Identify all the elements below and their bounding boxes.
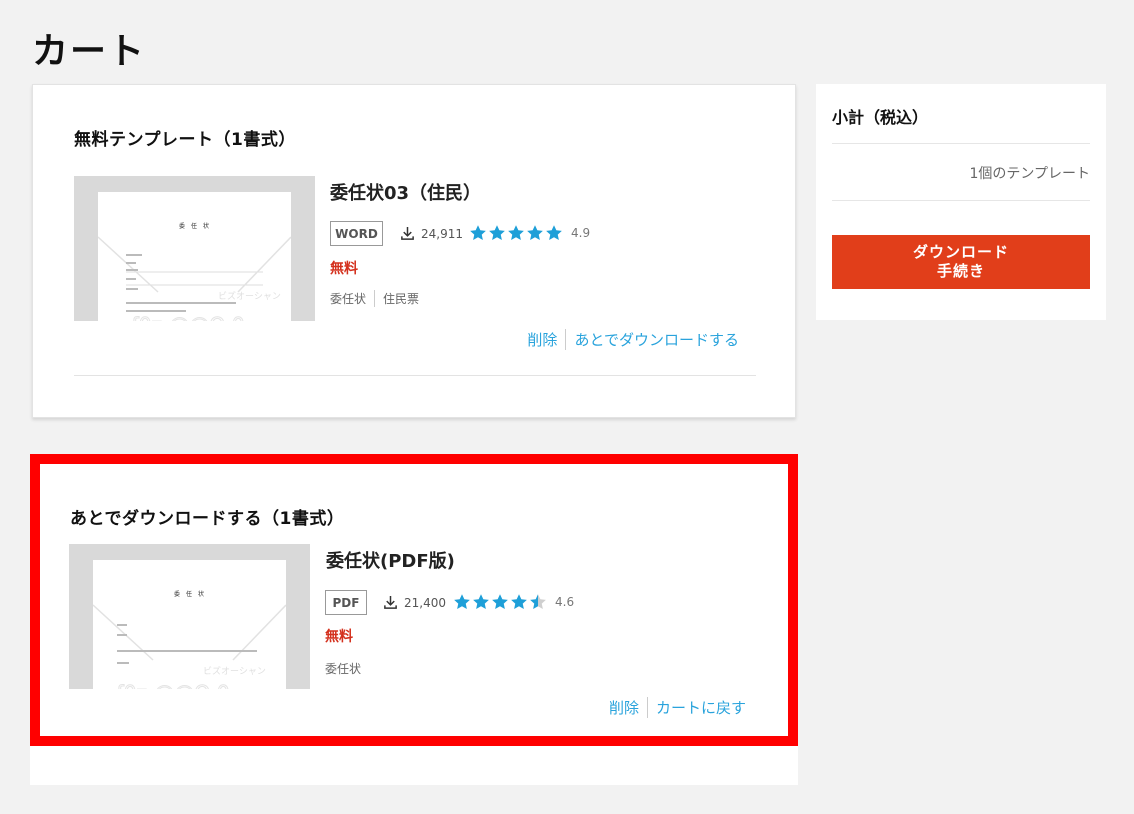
download-icon <box>401 226 414 240</box>
thumbnail-watermark: ビズオーシャン <box>218 290 281 302</box>
star-icon <box>530 594 546 610</box>
star-icon <box>511 594 527 610</box>
item-divider <box>74 375 756 376</box>
thumbnail-heading: 委 任 状 <box>179 222 209 230</box>
thumbnail-document: 委 任 状 ビズオーシャン ʃ0ʒ @@Q:0 <box>93 560 286 689</box>
tag-item[interactable]: 住民票 <box>374 290 427 307</box>
return-to-cart-link[interactable]: カートに戻す <box>646 697 746 718</box>
star-icon <box>489 225 505 241</box>
thumbnail-document-lines: 委 任 状 ビズオーシャン ʃ0ʒ @@Q:0 <box>98 222 291 321</box>
format-badge-word: WORD <box>330 221 383 246</box>
download-count: 24,911 <box>400 226 463 241</box>
price-label: 無料 <box>330 261 358 277</box>
download-count-value: 24,911 <box>421 226 463 241</box>
template-thumbnail[interactable]: 委 任 状 ビズオーシャン ʃ0ʒ @@Q:0 <box>69 544 310 689</box>
rating-stars: 4.9 <box>469 224 590 242</box>
page-title: カート <box>32 30 147 72</box>
summary-divider <box>832 200 1090 201</box>
order-summary: 小計（税込） 1個のテンプレート ダウンロード 手続き <box>816 84 1106 320</box>
star-icon <box>454 594 470 610</box>
product-title[interactable]: 委任状03（住民） <box>330 179 481 205</box>
star-icon <box>527 225 543 241</box>
thumbnail-document: 委 任 状 ビズオーシャン ʃ0ʒ @@Q:0 <box>98 192 291 321</box>
format-badge-pdf: PDF <box>325 590 367 615</box>
thumbnail-heading: 委 任 状 <box>174 590 204 598</box>
delete-link[interactable]: 削除 <box>601 697 647 718</box>
checkout-button-line2: 手続き <box>936 262 985 280</box>
template-thumbnail[interactable]: 委 任 状 ビズオーシャン ʃ0ʒ @@Q:0 <box>74 176 315 321</box>
star-icon <box>470 225 486 241</box>
rating-value: 4.9 <box>571 226 591 240</box>
product-title[interactable]: 委任状(PDF版) <box>326 547 455 573</box>
rating-value: 4.6 <box>555 595 575 609</box>
svg-text:ʃ0ʒ @@Q:0: ʃ0ʒ @@Q:0 <box>116 681 230 689</box>
highlight-frame: あとでダウンロードする（1書式） 委 任 状 ビズオーシャン ʃ0ʒ @@Q:0… <box>30 454 798 746</box>
tag-list: 委任状 <box>325 660 369 677</box>
template-count: 1個のテンプレート <box>969 166 1091 182</box>
download-count: 21,400 <box>383 595 446 610</box>
star-icon <box>508 225 524 241</box>
delete-link[interactable]: 削除 <box>519 329 565 350</box>
rating-stars: 4.6 <box>453 593 574 611</box>
item-actions: 削除 あとでダウンロードする <box>519 329 739 350</box>
svg-text:ʃ0ʒ @@Q:0: ʃ0ʒ @@Q:0 <box>131 313 245 321</box>
thumbnail-document-lines: 委 任 状 ビズオーシャン ʃ0ʒ @@Q:0 <box>93 590 286 689</box>
free-section-heading: 無料テンプレート（1書式） <box>74 130 296 150</box>
tag-item[interactable]: 委任状 <box>330 290 374 307</box>
free-templates-card: 無料テンプレート（1書式） 委 任 状 ビズオーシャン ʃ0ʒ @@Q:0 委任… <box>32 84 796 418</box>
star-icon <box>473 594 489 610</box>
tag-list: 委任状 住民票 <box>330 290 427 307</box>
later-section-heading: あとでダウンロードする（1書式） <box>70 509 345 529</box>
download-icon <box>384 595 397 609</box>
tag-item[interactable]: 委任状 <box>325 660 369 677</box>
checkout-button-line1: ダウンロード <box>912 243 1009 261</box>
thumbnail-watermark: ビズオーシャン <box>203 665 266 677</box>
star-icon <box>492 594 508 610</box>
item-actions: 削除 カートに戻す <box>601 697 746 718</box>
star-icon <box>546 225 562 241</box>
summary-divider <box>832 143 1090 144</box>
price-label: 無料 <box>325 629 353 645</box>
download-checkout-button[interactable]: ダウンロード 手続き <box>832 235 1090 289</box>
download-later-card: あとでダウンロードする（1書式） 委 任 状 ビズオーシャン ʃ0ʒ @@Q:0… <box>30 454 798 785</box>
subtotal-title: 小計（税込） <box>832 108 929 127</box>
download-count-value: 21,400 <box>404 595 446 610</box>
download-later-link[interactable]: あとでダウンロードする <box>565 329 739 350</box>
